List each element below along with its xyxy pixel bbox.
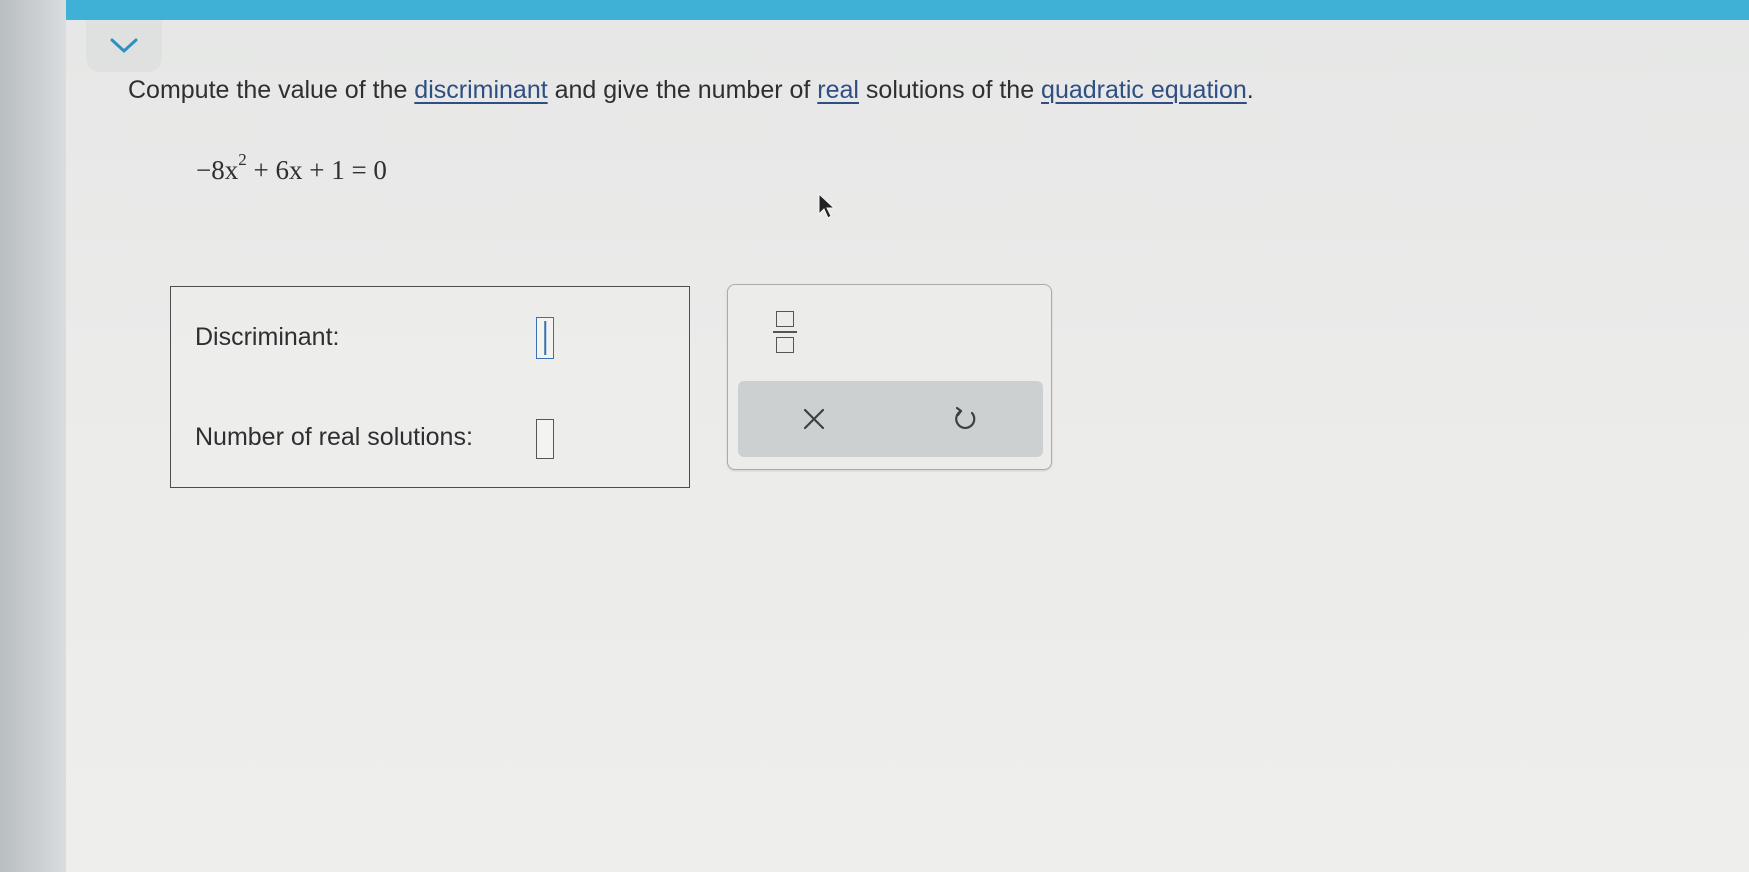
prompt-text: . xyxy=(1246,76,1254,104)
discriminant-label: Discriminant: xyxy=(195,323,340,351)
text-caret xyxy=(544,321,546,355)
mouse-pointer-icon xyxy=(818,192,836,219)
answer-box: Discriminant: Number of real solutions: xyxy=(170,286,690,488)
top-accent-bar xyxy=(0,0,1749,20)
fraction-button[interactable] xyxy=(768,307,802,357)
clear-button[interactable] xyxy=(794,399,834,439)
prompt-text: Compute the value of the xyxy=(128,76,415,104)
equation-term: + 6x + 1 = 0 xyxy=(246,155,387,185)
chevron-down-icon xyxy=(110,38,138,53)
prompt-text: solutions of the xyxy=(858,76,1042,104)
question-prompt: Compute the value of the discriminant an… xyxy=(128,76,1254,105)
quadratic-equation: −8x2 + 6x + 1 = 0 xyxy=(196,150,387,186)
undo-icon xyxy=(955,406,976,429)
equation-term: −8x xyxy=(196,155,239,185)
discriminant-input[interactable] xyxy=(536,317,554,359)
undo-button[interactable] xyxy=(946,399,986,439)
solutions-label: Number of real solutions: xyxy=(195,423,473,451)
solutions-input[interactable] xyxy=(536,419,554,459)
discriminant-link[interactable]: discriminant xyxy=(414,76,547,104)
prompt-text: and give the number of xyxy=(547,76,818,104)
quadratic-equation-link[interactable]: quadratic equation xyxy=(1041,76,1247,104)
collapse-button[interactable] xyxy=(86,20,162,72)
equation-exponent: 2 xyxy=(238,150,247,169)
clear-icon xyxy=(803,408,825,430)
real-link[interactable]: real xyxy=(817,76,859,104)
fraction-icon xyxy=(773,311,797,353)
action-bar xyxy=(738,381,1043,457)
left-margin xyxy=(0,0,66,872)
math-keypad xyxy=(727,284,1052,470)
